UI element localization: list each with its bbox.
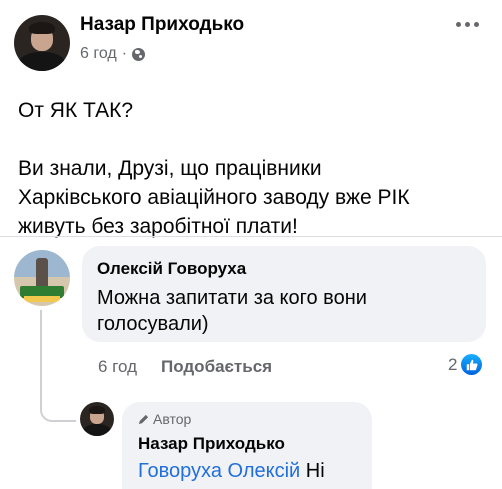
meta-separator: · (121, 45, 128, 62)
author-badge: Автор (138, 411, 191, 427)
comment-like-button[interactable]: Подобається (161, 357, 272, 377)
post-text-line: Харківського авіаційного заводу вже РІК (18, 186, 410, 209)
commenter-avatar[interactable] (14, 250, 70, 306)
reply-bubble: Автор Назар Приходько Говоруха Олексій Н… (122, 402, 372, 489)
comment-actions: 6 год Подобається (98, 357, 272, 377)
comment-text: Можна запитати за кого вони голосували) (97, 287, 367, 335)
comment-reactions[interactable]: 2 (448, 354, 483, 375)
more-options-icon[interactable] (450, 10, 484, 38)
author-name[interactable]: Назар Приходько (80, 14, 244, 36)
reply-author-name[interactable]: Назар Приходько (138, 434, 285, 454)
reply-thread-line (40, 310, 76, 422)
globe-icon[interactable] (132, 47, 146, 61)
post-text: От ЯК ТАК? Ви знали, Друзі, що працівник… (18, 96, 488, 241)
mention-link[interactable]: Говоруха Олексій (138, 460, 300, 482)
comment-bubble: Олексій Говоруха Можна запитати за кого … (82, 246, 486, 342)
post-text-line: От ЯК ТАК? (18, 99, 134, 122)
reaction-count: 2 (448, 354, 458, 374)
author-badge-label: Автор (153, 411, 192, 427)
reply-text-body: Ні (300, 460, 325, 482)
post-header: Назар Приходько 6 год · (0, 0, 502, 80)
post-meta: 6 год · (80, 45, 146, 63)
reply-text: Говоруха Олексій Ні (138, 460, 325, 483)
author-avatar[interactable] (14, 15, 70, 71)
reply-author-avatar[interactable] (80, 402, 114, 436)
like-reaction-icon (461, 354, 483, 375)
pencil-icon (138, 414, 149, 424)
post-text-line: Ви знали, Друзі, що працівники (18, 157, 322, 180)
comment-timestamp[interactable]: 6 год (98, 357, 137, 377)
comment-author-name[interactable]: Олексій Говоруха (97, 259, 246, 279)
post-timestamp[interactable]: 6 год (80, 45, 117, 63)
divider (0, 236, 502, 237)
